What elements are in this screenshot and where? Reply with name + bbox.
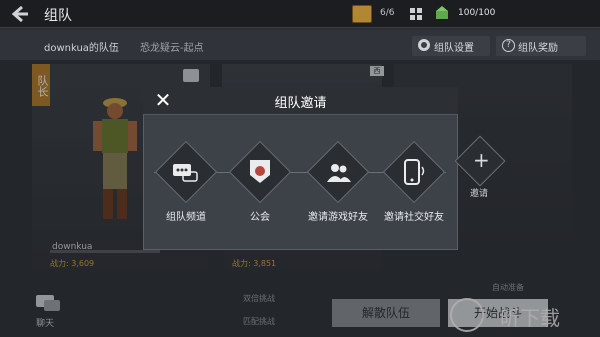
plus-icon: + [473, 148, 490, 172]
guild-emblem-icon [249, 159, 271, 189]
chest-count: 6/6 [380, 8, 395, 18]
team-name: downkua的队伍 [44, 43, 119, 54]
invite-label: 邀请 [470, 189, 489, 199]
gear-icon [418, 39, 430, 51]
page-title: 组队 [44, 8, 72, 24]
option-label: 邀请游戏好友 [308, 212, 368, 223]
modal-title: 组队邀请 [274, 96, 327, 111]
option-label: 组队频道 [166, 212, 206, 223]
energy-value: 100/100 [458, 8, 496, 18]
top-bar [0, 0, 600, 28]
grid-icon[interactable] [410, 8, 423, 21]
energy-icon [434, 5, 452, 23]
stage-name: 恐龙疑云-起点 [140, 43, 204, 54]
option-label: 邀请社交好友 [384, 212, 444, 223]
phone-icon [401, 158, 429, 190]
help-icon: ? [502, 39, 515, 52]
option-label: 公会 [250, 212, 270, 223]
chat-bubble-icon [172, 162, 200, 188]
back-arrow-icon[interactable] [8, 3, 30, 25]
friends-icon [325, 162, 353, 188]
chest-icon[interactable] [352, 5, 372, 23]
